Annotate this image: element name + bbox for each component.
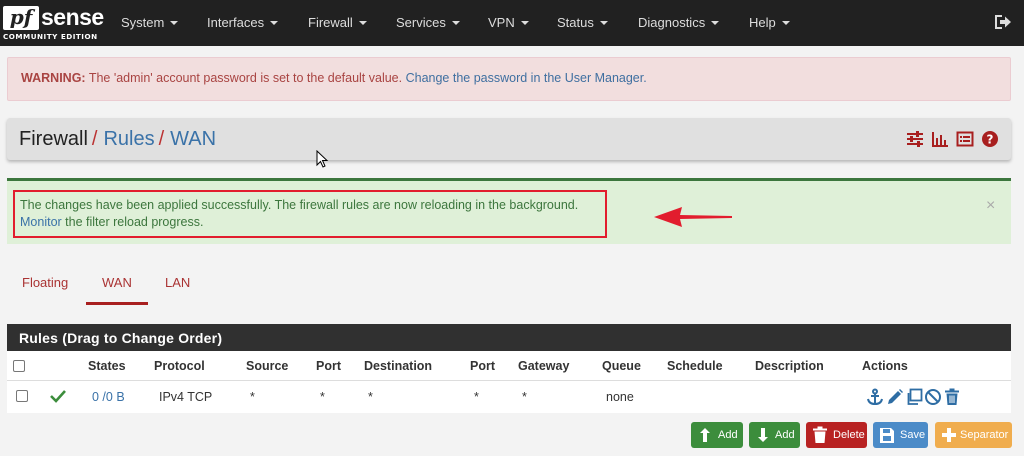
col-queue: Queue (602, 359, 641, 373)
breadcrumb-wan-link[interactable]: WAN (170, 128, 216, 150)
logo-sense: sense (41, 4, 104, 30)
col-protocol: Protocol (154, 359, 205, 373)
nav-firewall[interactable]: Firewall (308, 15, 367, 30)
tab-lan[interactable]: LAN (165, 275, 190, 290)
bar-chart-icon[interactable] (931, 130, 949, 148)
pencil-icon[interactable] (886, 388, 904, 406)
nav-status[interactable]: Status (557, 15, 608, 30)
save-button[interactable]: Save (873, 422, 928, 448)
caret-down-icon (270, 21, 279, 25)
breadcrumb-sep: / (158, 128, 165, 150)
row-gateway: * (522, 390, 527, 404)
caret-down-icon (170, 21, 179, 25)
trash-icon[interactable] (943, 388, 961, 406)
active-tab-indicator (86, 302, 148, 305)
caret-down-icon (520, 21, 529, 25)
success-message-line2: Monitor the filter reload progress. (20, 215, 204, 229)
warning-label: WARNING: (21, 71, 86, 85)
delete-button[interactable]: Delete (806, 422, 867, 448)
nav-interfaces[interactable]: Interfaces (207, 15, 279, 30)
tab-floating[interactable]: Floating (22, 275, 68, 290)
caret-down-icon (451, 21, 460, 25)
annotation-arrow-icon (654, 207, 732, 227)
col-gateway: Gateway (518, 359, 570, 373)
help-icon[interactable]: ? (981, 130, 999, 148)
breadcrumb-firewall: Firewall (19, 128, 88, 150)
tab-wan[interactable]: WAN (102, 275, 132, 290)
default-password-warning: WARNING: The 'admin' account password is… (7, 57, 1011, 101)
breadcrumb-bar: Firewall / Rules / WAN ? (7, 118, 1011, 160)
logo-edition: COMMUNITY EDITION (3, 32, 98, 41)
warning-text: The 'admin' account password is set to t… (85, 71, 406, 85)
col-schedule: Schedule (667, 359, 723, 373)
col-states: States (88, 359, 126, 373)
add-separator-button[interactable]: Separator (935, 422, 1012, 448)
nav-vpn[interactable]: VPN (488, 15, 529, 30)
row-source: * (250, 390, 255, 404)
nav-system[interactable]: System (121, 15, 179, 30)
success-alert: The changes have been applied successful… (7, 178, 1011, 244)
sign-out-icon[interactable] (994, 14, 1012, 30)
trash-icon (813, 426, 827, 443)
close-icon[interactable]: × (986, 197, 995, 215)
pfsense-logo[interactable]: pf sense COMMUNITY EDITION (3, 4, 104, 44)
monitor-link[interactable]: Monitor (20, 215, 62, 229)
top-navbar: pf sense COMMUNITY EDITION System Interf… (0, 0, 1024, 46)
anchor-icon[interactable] (866, 388, 884, 406)
row-port: * (320, 390, 325, 404)
row-states: 0 /0 B (92, 390, 125, 404)
row-queue: none (606, 390, 634, 404)
list-icon[interactable] (956, 130, 974, 148)
breadcrumb-rules-link[interactable]: Rules (103, 128, 154, 150)
svg-text:?: ? (987, 133, 994, 147)
select-all-checkbox[interactable] (13, 360, 25, 372)
nav-help[interactable]: Help (749, 15, 790, 30)
caret-down-icon (781, 21, 790, 25)
check-icon (50, 390, 66, 403)
logo-pf: pf (3, 6, 39, 30)
caret-down-icon (711, 21, 720, 25)
caret-down-icon (599, 21, 608, 25)
row-dest-port: * (474, 390, 479, 404)
col-port: Port (316, 359, 341, 373)
success-message: The changes have been applied successful… (20, 198, 579, 212)
add-rule-bottom-button[interactable]: Add (749, 422, 800, 448)
ban-icon[interactable] (924, 388, 942, 406)
rules-panel-title: Rules (Drag to Change Order) (7, 324, 1011, 351)
states-link[interactable]: 0 /0 B (92, 390, 125, 404)
add-rule-top-button[interactable]: Add (691, 422, 743, 448)
change-password-link[interactable]: Change the password in the User Manager. (406, 71, 647, 85)
breadcrumb-sep: / (91, 128, 98, 150)
plus-icon (942, 428, 956, 442)
copy-icon[interactable] (905, 388, 923, 406)
level-down-icon (758, 428, 768, 442)
col-dest-port: Port (470, 359, 495, 373)
breadcrumb: Firewall / Rules / WAN (19, 128, 216, 151)
col-source: Source (246, 359, 289, 373)
table-row[interactable]: 0 /0 B IPv4 TCP * * * * * none (7, 380, 1011, 412)
col-description: Description (755, 359, 824, 373)
rules-panel: Rules (Drag to Change Order) States Prot… (7, 324, 1011, 413)
nav-diagnostics[interactable]: Diagnostics (638, 15, 720, 30)
row-checkbox[interactable] (16, 390, 28, 402)
level-up-icon (700, 428, 710, 442)
row-destination: * (368, 390, 373, 404)
row-protocol: IPv4 TCP (159, 390, 213, 404)
nav-services[interactable]: Services (396, 15, 460, 30)
col-destination: Destination (364, 359, 433, 373)
mouse-cursor-icon (316, 150, 329, 168)
caret-down-icon (358, 21, 367, 25)
sliders-icon[interactable] (906, 130, 924, 148)
save-icon (880, 428, 894, 443)
col-actions: Actions (862, 359, 908, 373)
